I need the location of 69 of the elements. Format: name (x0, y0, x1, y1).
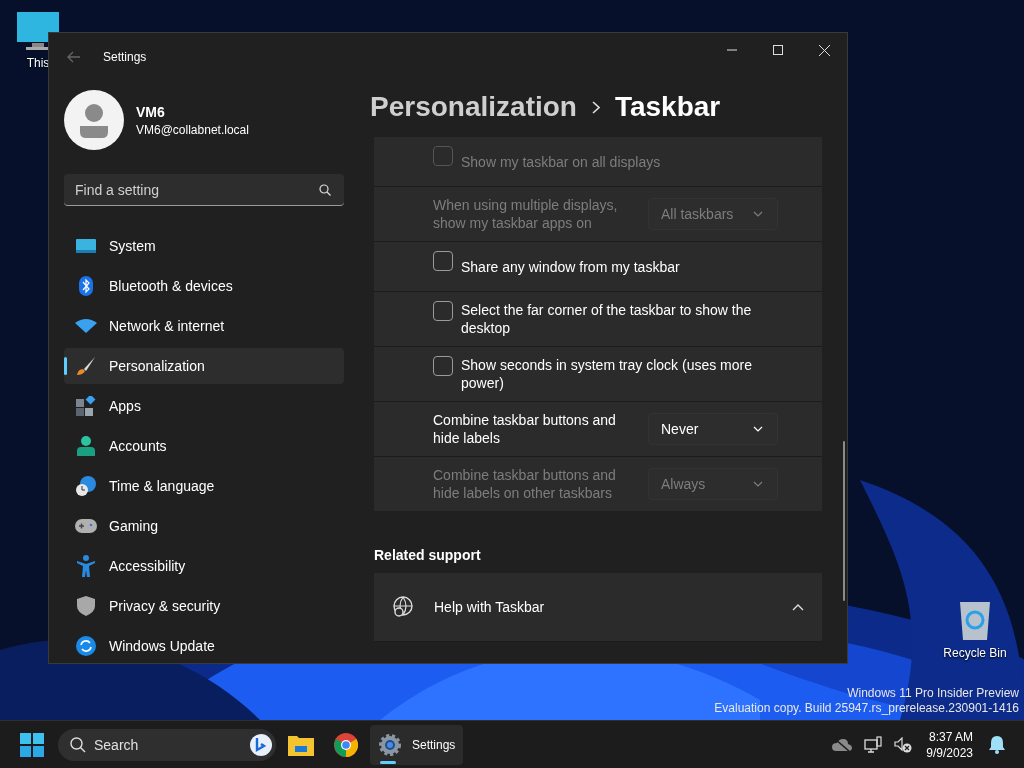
chevron-down-icon (753, 481, 763, 487)
chevron-icon (792, 603, 804, 611)
globe-search-icon (392, 596, 414, 618)
search-icon (70, 736, 86, 753)
taskbar-search-field[interactable]: Search (58, 728, 276, 761)
watermark-text: Evaluation copy. Build 25947.rs_prerelease.230901-1416 (714, 701, 1019, 716)
sidebar-item[interactable]: Accounts (64, 428, 344, 464)
desktop-icon-label[interactable]: This (26, 56, 50, 70)
watermark-text: Windows 11 Pro Insider Preview (847, 686, 1019, 701)
setting-label: Select the far corner of the taskbar to show the desktop (461, 301, 753, 337)
cloud-off-icon[interactable] (832, 738, 853, 751)
back-arrow-icon[interactable] (67, 51, 81, 63)
bing-icon[interactable] (250, 733, 272, 756)
checkbox[interactable] (433, 251, 453, 271)
close-icon (818, 44, 830, 56)
search-icon (319, 184, 331, 196)
sidebar-item[interactable]: Personalization (64, 348, 344, 384)
scrollbar-thumb[interactable] (843, 441, 845, 601)
settings-search-field[interactable]: Find a setting (64, 174, 344, 206)
taskbar-app-button[interactable]: Settings (370, 724, 464, 765)
setting-label: Combine taskbar buttons and hide labels on other taskbars (433, 466, 617, 502)
person-icon (75, 436, 97, 456)
user-name: VM6 (136, 103, 166, 120)
update-icon (75, 636, 97, 656)
setting-label: When using multiple displays, show my taskbar apps on (433, 196, 619, 232)
browser-icon (334, 732, 358, 757)
user-email: VM6@collabnet.local (136, 122, 249, 137)
apps-icon (75, 396, 97, 416)
wifi-icon (75, 319, 97, 333)
maximize-icon (773, 45, 783, 55)
monitor-icon[interactable] (16, 12, 60, 52)
setting-label: Share any window from my taskbar (461, 257, 680, 276)
help-expander[interactable]: Help with Taskbar (374, 573, 822, 642)
setting-label: Show my taskbar on all displays (461, 152, 661, 171)
setting-label: Show seconds in system tray clock (uses more power) (461, 356, 753, 392)
sidebar-item[interactable]: Accessibility (64, 548, 344, 584)
sidebar-item[interactable]: System (64, 228, 344, 264)
chevron-down-icon (753, 426, 763, 432)
sidebar-item[interactable]: Bluetooth & devices (64, 268, 344, 304)
checkbox[interactable] (433, 356, 453, 376)
sidebar-item[interactable]: Gaming (64, 508, 344, 544)
accessibility-icon (75, 555, 97, 577)
chevron-right-icon (591, 100, 600, 114)
page-title: Taskbar (614, 91, 721, 123)
sidebar-item[interactable]: Privacy & security (64, 588, 344, 624)
shield-icon (75, 596, 97, 616)
window-title: Settings (103, 50, 147, 64)
sidebar-item[interactable]: Time & language (64, 468, 344, 504)
section-heading: Related support (374, 547, 482, 563)
gear-icon (378, 732, 402, 757)
chevron-down-icon (753, 211, 763, 217)
gamepad-icon (75, 519, 97, 533)
dropdown[interactable]: Never (648, 413, 778, 445)
sidebar-item[interactable]: Network & internet (64, 308, 344, 344)
clock-button[interactable]: 8:37 AM 9/9/2023 (926, 728, 973, 761)
sidebar-item[interactable]: Apps (64, 388, 344, 424)
bell-icon[interactable] (989, 735, 1005, 754)
speaker-muted-icon[interactable] (894, 736, 913, 753)
desktop-icon-label[interactable]: Recycle Bin (943, 646, 1007, 660)
monitor-icon (75, 238, 97, 254)
sidebar-item[interactable]: Windows Update (64, 628, 344, 663)
setting-label: Combine taskbar buttons and hide labels (433, 411, 617, 447)
breadcrumb-parent[interactable]: Personalization (370, 91, 577, 123)
checkbox[interactable] (433, 301, 453, 321)
globe-clock-icon (75, 476, 97, 496)
folder-icon (288, 733, 314, 756)
network-icon[interactable] (864, 735, 883, 754)
windows-logo-icon[interactable] (20, 732, 44, 757)
avatar-icon[interactable] (64, 90, 124, 150)
